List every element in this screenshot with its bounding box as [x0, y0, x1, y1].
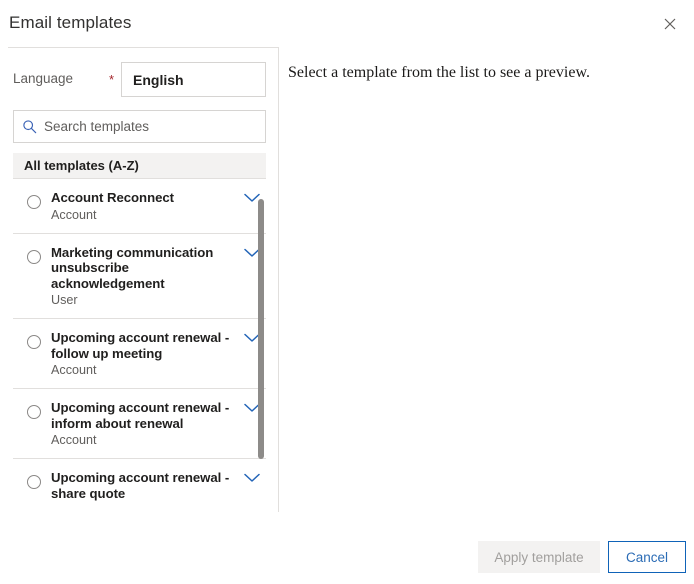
list-item-text: Account Reconnect Account [51, 190, 238, 223]
list-item[interactable]: Upcoming account renewal - share quoteAc… [13, 459, 266, 505]
list-group-header: All templates (A-Z) [13, 153, 266, 179]
list-item-subtitle: Account [51, 207, 97, 222]
list-item-title: Upcoming account renewal - share quote [51, 470, 230, 501]
language-dropdown[interactable]: English [121, 62, 266, 97]
preview-empty-message: Select a template from the list to see a… [288, 64, 590, 81]
template-radio[interactable] [27, 335, 41, 349]
templates-list: Account Reconnect Account Marketing commun… [13, 179, 266, 505]
apply-template-button[interactable]: Apply template [478, 541, 600, 573]
list-item-text: Upcoming account renewal - share quoteAc… [51, 470, 238, 505]
list-item[interactable]: Marketing communication unsubscribe ackn… [13, 233, 266, 319]
cancel-button[interactable]: Cancel [608, 541, 686, 573]
required-asterisk: * [109, 72, 115, 87]
templates-scrollbar[interactable] [255, 153, 265, 505]
search-glyph [22, 120, 36, 134]
list-item[interactable]: Upcoming account renewal - follow up mee… [13, 319, 266, 389]
dialog-footer: Apply template Cancel [0, 512, 694, 584]
list-item-title: Upcoming account renewal - follow up mee… [51, 330, 230, 361]
close-icon[interactable] [654, 8, 686, 40]
list-item[interactable]: Account Reconnect Account [13, 179, 266, 234]
language-label: Language [13, 71, 74, 86]
language-row: Language * English [13, 62, 266, 97]
list-item-text: Upcoming account renewal - follow up mee… [51, 330, 238, 378]
list-item-text: Upcoming account renewal - inform about … [51, 400, 238, 448]
list-item-title: Marketing communication unsubscribe ackn… [51, 244, 214, 291]
template-selection-pane: Language * English All templates (A-Z) A… [0, 47, 278, 512]
email-templates-dialog: Email templates Language * English Searc… [0, 0, 694, 584]
template-radio[interactable] [27, 195, 41, 209]
language-value: English [133, 71, 184, 88]
search-templates-box[interactable] [13, 110, 266, 143]
list-item-subtitle: Account [51, 433, 97, 447]
list-item[interactable]: Upcoming account renewal - inform about … [13, 389, 266, 459]
template-radio[interactable] [27, 249, 41, 264]
list-item-subtitle: User [51, 293, 78, 307]
list-item-subtitle: Account [51, 502, 234, 505]
search-input[interactable] [44, 119, 254, 134]
templates-list-container: All templates (A-Z) Account Reconnect Acc… [13, 153, 266, 505]
template-radio[interactable] [27, 405, 41, 419]
search-icon [14, 111, 44, 142]
close-glyph [664, 18, 676, 30]
list-item-text: Marketing communication unsubscribe ackn… [51, 245, 238, 309]
list-item-title: Account Reconnect [51, 190, 174, 205]
template-preview-pane: Select a template from the list to see a… [279, 47, 694, 512]
page-title: Email templates [9, 13, 132, 32]
list-item-title: Upcoming account renewal - inform about … [51, 400, 230, 431]
scrollbar-thumb[interactable] [258, 199, 264, 459]
list-item-subtitle: Account [51, 363, 97, 377]
template-radio[interactable] [27, 475, 41, 489]
